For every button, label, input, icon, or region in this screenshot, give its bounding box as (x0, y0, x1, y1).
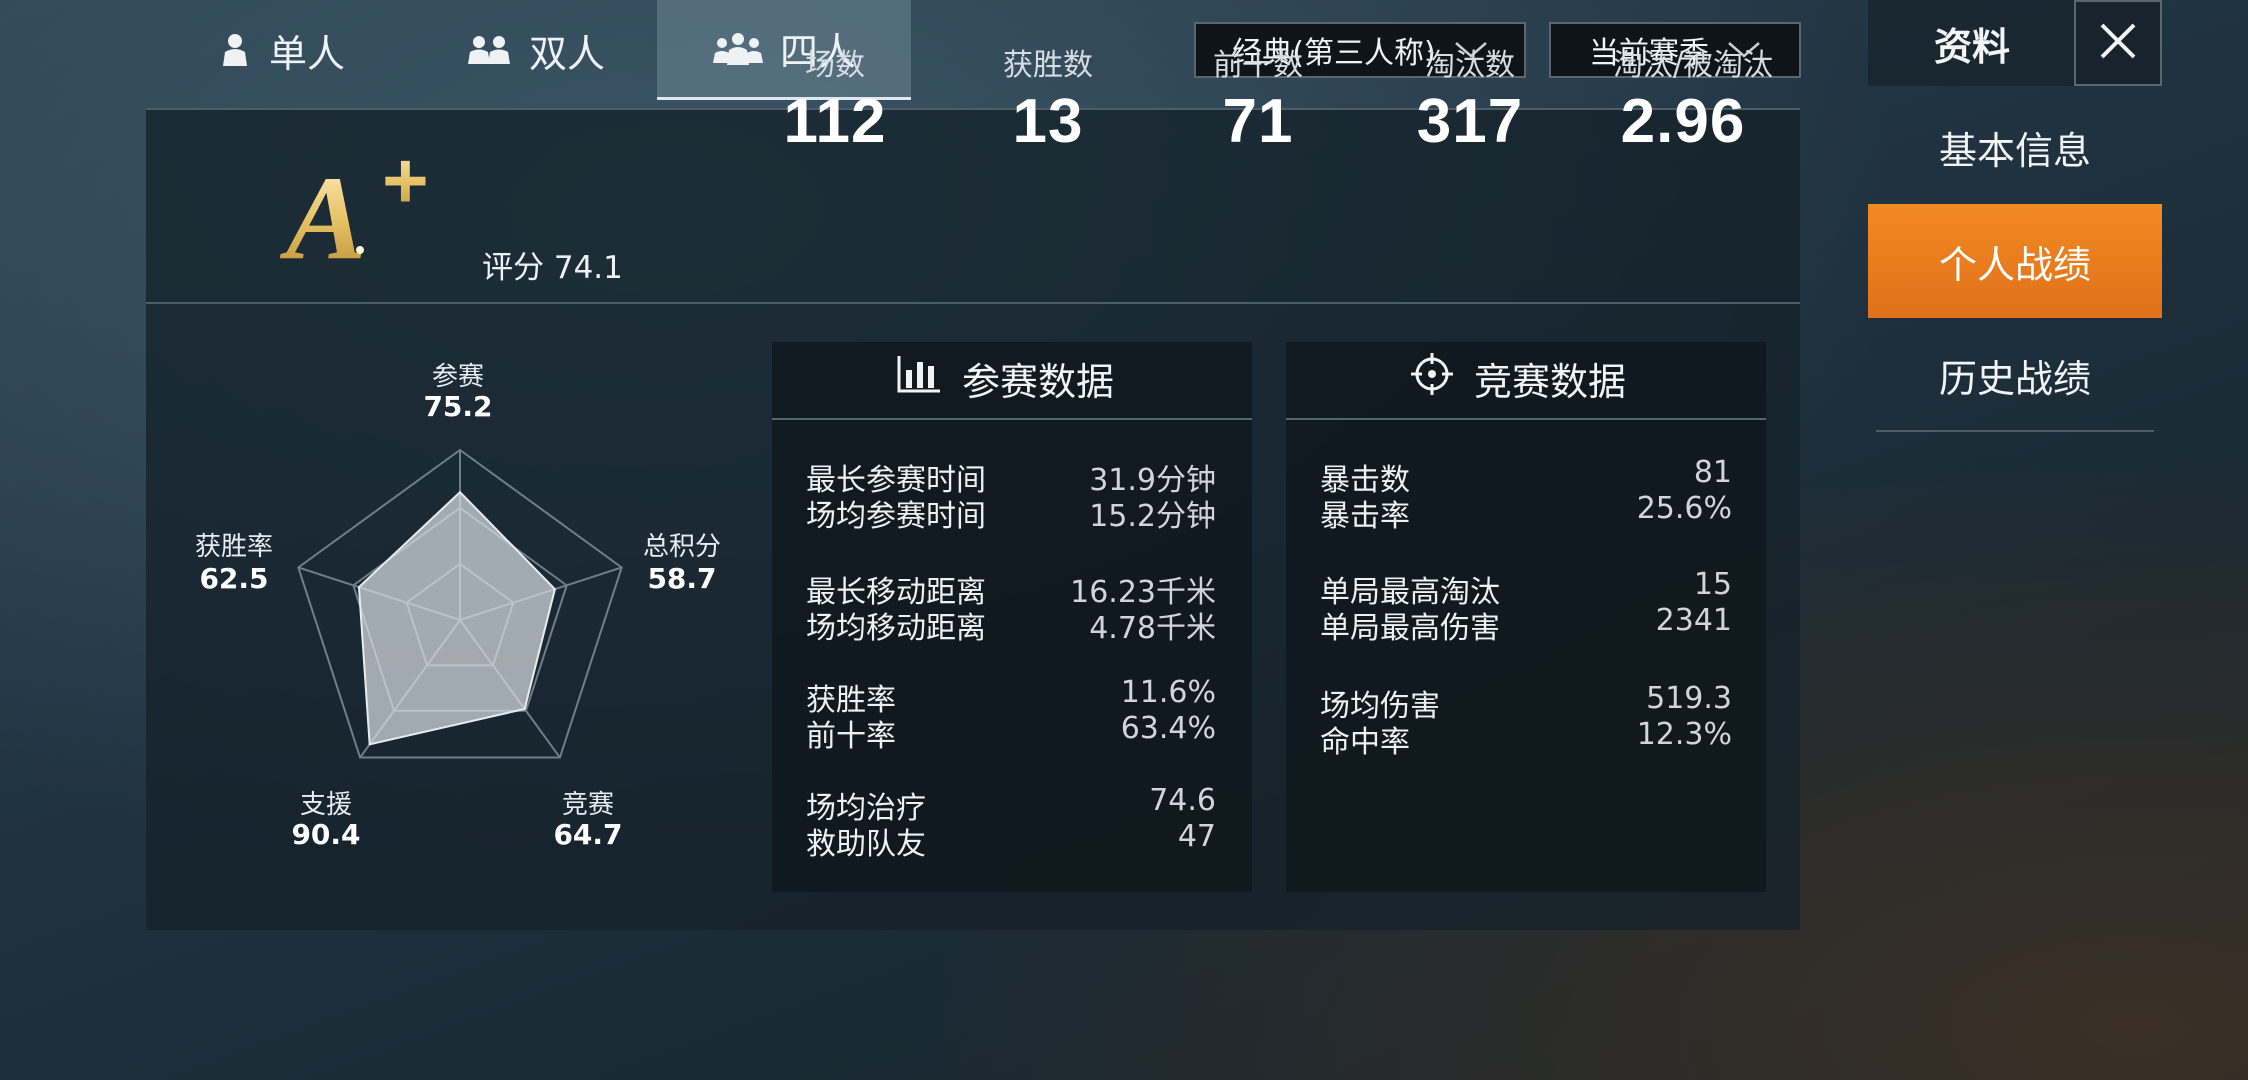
side-menu-label: 基本信息 (1938, 128, 2091, 173)
competition-row-value: 25.6% (1636, 491, 1732, 526)
competition-row-value: 15 (1693, 567, 1732, 602)
competition-row-value: 2341 (1655, 603, 1732, 638)
competition-row-value: 519.3 (1646, 681, 1732, 716)
score-label: 评分 74.1 (482, 250, 623, 286)
radar-axis-label: 参赛 (431, 362, 484, 392)
stat-top10-value: 71 (1222, 87, 1294, 156)
tab-label: 双人 (528, 31, 605, 76)
radar-chart (297, 448, 623, 759)
radar-axis-value: 90.4 (291, 818, 361, 851)
close-button[interactable] (2074, 0, 2162, 86)
participation-row-value: 11.6% (1120, 675, 1216, 710)
stat-matches-label: 场数 (805, 48, 865, 83)
single-player-icon (217, 32, 253, 68)
tab-label: 单人 (268, 31, 345, 76)
side-menu-divider (1876, 430, 2154, 432)
competition-title-label: 竞赛数据 (1474, 359, 1627, 404)
side-menu-label: 历史战绩 (1938, 356, 2091, 401)
radar-axis-label: 总积分 (642, 532, 721, 562)
crosshair-icon (1410, 352, 1454, 405)
section-divider (1286, 418, 1766, 420)
bar-chart-icon (896, 354, 942, 403)
stat-wins-label: 获胜数 (1003, 48, 1093, 83)
participation-row-value: 15.2分钟 (1089, 499, 1216, 534)
side-menu-personal-stats[interactable]: 个人战绩 (1868, 204, 2162, 318)
stat-top10-label: 前十数 (1213, 48, 1303, 83)
participation-row-label: 场均参赛时间 (806, 499, 986, 534)
radar-axis-label: 竞赛 (561, 790, 614, 820)
radar-axis-label: 支援 (299, 790, 352, 820)
competition-row-label: 暴击率 (1320, 499, 1410, 534)
radar-axis-label: 获胜率 (194, 532, 273, 562)
stat-kills-label: 淘汰数 (1425, 48, 1515, 83)
competition-row-value: 81 (1693, 455, 1732, 490)
stat-matches-value: 112 (783, 87, 887, 156)
participation-row-label: 救助队友 (806, 827, 926, 862)
participation-title-label: 参赛数据 (962, 359, 1115, 404)
participation-row-value: 63.4% (1120, 711, 1216, 746)
participation-title: 参赛数据 (896, 350, 1114, 406)
participation-row-label: 前十率 (806, 719, 896, 754)
participation-row-value: 4.78千米 (1089, 611, 1216, 646)
competition-row-label: 命中率 (1320, 725, 1410, 760)
radar-axis-value: 64.7 (553, 818, 623, 851)
side-menu-basic-info[interactable]: 基本信息 (1868, 90, 2162, 204)
stat-wins-value: 13 (1012, 87, 1084, 156)
tab-single[interactable]: 单人 (196, 0, 366, 100)
participation-row-value: 74.6 (1149, 783, 1216, 818)
close-icon (2098, 21, 2138, 65)
competition-row-label: 单局最高伤害 (1320, 611, 1500, 646)
grade-plus: + (382, 140, 429, 225)
grade-badge: A + (279, 136, 460, 284)
radar-axis-value: 75.2 (423, 390, 493, 423)
profile-title: 资料 (1868, 0, 2076, 86)
stat-kd-label: 淘汰/被淘汰 (1612, 48, 1774, 83)
stat-kills-value: 317 (1416, 87, 1524, 156)
side-menu-label: 个人战绩 (1938, 242, 2091, 287)
competition-row-value: 12.3% (1636, 717, 1732, 752)
grade-letter: A (280, 151, 366, 270)
tab-duo[interactable]: 双人 (440, 0, 630, 100)
radar-axis-value: 58.7 (647, 562, 717, 595)
side-menu-history[interactable]: 历史战绩 (1868, 318, 2162, 432)
participation-row-value: 47 (1177, 819, 1216, 854)
competition-title: 竞赛数据 (1410, 350, 1626, 406)
profile-title-label: 资料 (1933, 24, 2010, 69)
radar-shape (357, 490, 557, 746)
stat-kd-value: 2.96 (1620, 87, 1746, 156)
section-divider (772, 418, 1252, 420)
radar-axis-value: 62.5 (199, 562, 269, 595)
participation-row-label: 场均移动距离 (806, 611, 986, 646)
duo-icon (465, 32, 513, 68)
